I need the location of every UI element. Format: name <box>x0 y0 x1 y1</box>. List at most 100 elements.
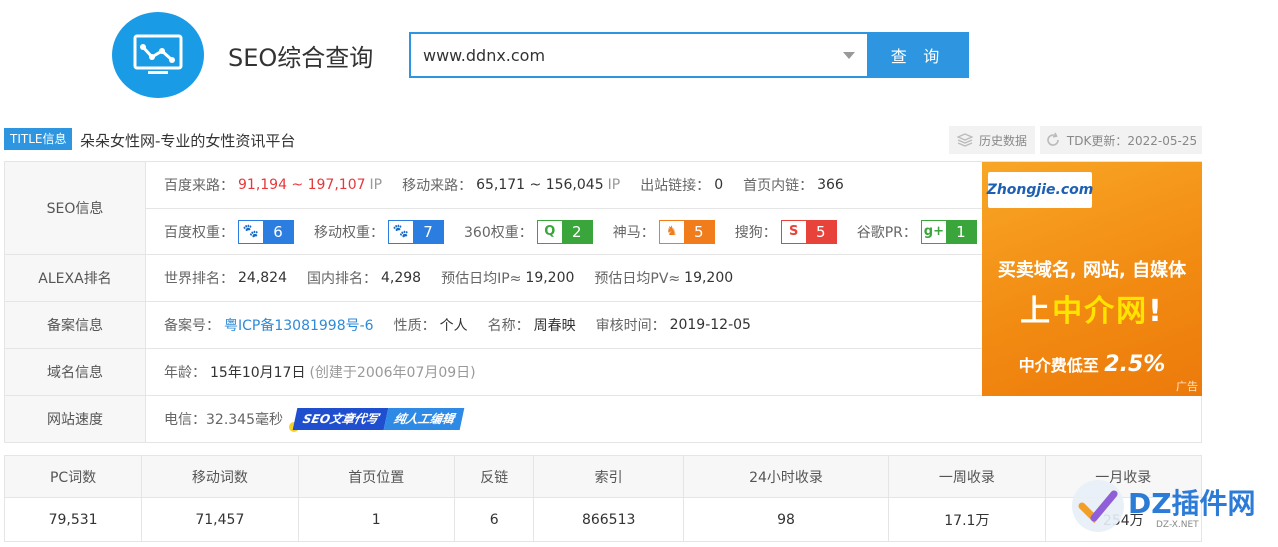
stats-value-cell: 6 <box>453 497 535 542</box>
homepage-links-label: 首页内链： <box>743 178 814 194</box>
domestic-rank-label: 国内排名： <box>307 271 377 287</box>
homepage-links-value: 366 <box>817 177 844 193</box>
baidu-paw-icon: 🐾 <box>239 220 263 243</box>
outlinks-label: 出站链接： <box>640 178 711 194</box>
icp-name-label: 名称： <box>487 318 530 334</box>
stats-value-cell: 71,457 <box>141 497 299 542</box>
weight-label: 移动权重： <box>314 224 384 241</box>
weight-value: 6 <box>263 220 293 243</box>
ad-percentage: 2.5% <box>1104 352 1166 377</box>
weight-item: 谷歌PR： g+ 1 <box>856 219 977 244</box>
search-input[interactable] <box>423 45 823 65</box>
weight-label: 谷歌PR： <box>856 224 917 241</box>
icp-number-label: 备案号： <box>164 318 220 334</box>
title-badge: TITLE信息 <box>4 128 73 150</box>
promo-banner[interactable]: SEO文章代写 纯人工编辑 <box>289 408 465 432</box>
daily-pv-label: 预估日均PV≈ <box>594 271 681 287</box>
speed-row: 网站速度 电信：32.345毫秒 SEO文章代写 纯人工编辑 <box>5 396 1201 442</box>
stats-table: PC词数 移动词数 首页位置 反链 索引 24小时收录 一周收录 一月收录 79,531 71,… <box>3 455 1203 542</box>
page-title: SEO综合查询 <box>228 44 374 72</box>
ad-line-1: 买卖域名, 网站, 自媒体 <box>997 260 1187 281</box>
weight-label: 百度权重： <box>164 224 234 241</box>
ad-line-2c: ! <box>1148 294 1164 329</box>
weight-item: 百度权重： 🐾 6 <box>164 219 294 244</box>
icp-number-link[interactable]: 粤ICP备13081998号-6 <box>224 315 374 335</box>
world-rank-value: 24,824 <box>238 270 287 286</box>
shenma-icon: ♞ <box>659 220 684 243</box>
google-plus-icon: g+ <box>921 220 946 243</box>
domain-age-value: 15年10月17日 <box>210 365 306 381</box>
search-button[interactable]: 查 询 <box>867 32 969 78</box>
watermark-sub: DZ-X.NET <box>1156 520 1199 530</box>
site-title: 朵朵女性网-专业的女性资讯平台 <box>80 132 296 150</box>
weight-badge[interactable]: S5 <box>780 219 837 244</box>
tdk-update-label: TDK更新：2022-05-25 <box>1066 133 1198 148</box>
weight-value: 2 <box>561 220 592 243</box>
stats-header-cell: 索引 <box>533 455 684 498</box>
stats-header-cell: 首页位置 <box>297 455 455 498</box>
watermark: DZ插件网 DZ-X.NET <box>1064 470 1276 546</box>
alexa-label: ALEXA排名 <box>5 255 146 301</box>
baidu-source-value: 91,194 ~ 197,107 <box>238 177 366 193</box>
weight-badge[interactable]: 🐾 6 <box>238 219 294 244</box>
weight-label: 360权重： <box>464 224 533 241</box>
weight-item: 360权重： Q 2 <box>464 219 593 244</box>
daily-ip-label: 预估日均IP≈ <box>441 271 522 287</box>
domestic-rank-value: 4,298 <box>381 270 422 286</box>
weight-value: 7 <box>413 220 443 243</box>
baidu-mobile-paw-icon: 🐾 <box>389 220 413 243</box>
stats-value-row: 79,531 71,457 1 6 866513 98 17.1万 254万 <box>3 497 1203 542</box>
seo-label: SEO信息 <box>5 162 146 254</box>
promo-seo-writing: SEO文章代写 <box>292 408 389 430</box>
refresh-icon <box>1047 132 1059 146</box>
ad-line-3: 中介费低至 2.5% <box>982 352 1202 377</box>
ad-line-2a: 上 <box>1020 294 1053 329</box>
weight-badge[interactable]: Q2 <box>536 219 593 244</box>
stats-value-cell: 866513 <box>533 497 684 542</box>
search-box <box>409 32 867 78</box>
domain-created: (创建于2006年07月09日) <box>309 365 476 381</box>
stats-header-cell: 移动词数 <box>141 455 299 498</box>
weight-item: 神马： ♞ 5 <box>612 219 715 244</box>
stats-header-cell: 一周收录 <box>888 455 1046 498</box>
icp-review-value: 2019-12-05 <box>669 317 751 333</box>
speed-label: 网站速度 <box>5 396 146 442</box>
watermark-text: DZ插件网 <box>1128 487 1256 520</box>
daily-ip-value: 19,200 <box>525 270 575 286</box>
ad-line-2b: 中介网 <box>1052 294 1149 329</box>
telecom-speed: 电信：32.345毫秒 <box>164 412 283 428</box>
history-data-button[interactable]: 历史数据 <box>949 126 1035 154</box>
stats-value-cell: 79,531 <box>3 497 143 542</box>
weight-value: 5 <box>805 220 836 243</box>
ip-unit: IP <box>369 177 383 193</box>
weight-value: 5 <box>683 220 714 243</box>
ad-tag: 广告 <box>1176 380 1198 393</box>
history-data-label: 历史数据 <box>978 133 1027 148</box>
ip-unit-mobile: IP <box>607 177 621 193</box>
stats-value-cell: 98 <box>682 497 890 542</box>
outlinks-value: 0 <box>714 177 724 193</box>
weight-item: 移动权重： 🐾 7 <box>314 219 444 244</box>
domain-age-label: 年龄： <box>164 365 206 381</box>
ad-line-3-text: 中介费低至 <box>1018 356 1099 375</box>
zhongjie-logo: Zhongjie.com <box>987 172 1093 208</box>
weight-label: 搜狗： <box>734 224 777 241</box>
tdk-update-button[interactable]: TDK更新：2022-05-25 <box>1040 126 1202 154</box>
ad-banner[interactable]: Zhongjie.com 买卖域名, 网站, 自媒体 上中介网! 中介费低至 2… <box>982 162 1202 396</box>
chevron-down-icon[interactable] <box>843 52 855 59</box>
stats-value-cell: 17.1万 <box>888 497 1046 542</box>
promo-manual-edit: 纯人工编辑 <box>383 408 465 430</box>
weight-badge[interactable]: ♞ 5 <box>658 219 715 244</box>
weight-badge[interactable]: 🐾 7 <box>388 219 444 244</box>
stats-header-cell: 反链 <box>453 455 535 498</box>
icp-nature-value: 个人 <box>439 318 468 334</box>
world-rank-label: 世界排名： <box>164 271 234 287</box>
weight-label: 神马： <box>612 224 655 241</box>
icp-name-value: 周春映 <box>533 318 576 334</box>
mobile-source-value: 65,171 ~ 156,045 <box>476 177 604 193</box>
weight-item: 搜狗： S 5 <box>734 219 837 244</box>
icp-nature-label: 性质： <box>393 318 436 334</box>
weight-badge[interactable]: g+ 1 <box>920 219 977 244</box>
stats-value-cell: 1 <box>297 497 455 542</box>
icp-review-label: 审核时间： <box>595 318 666 334</box>
